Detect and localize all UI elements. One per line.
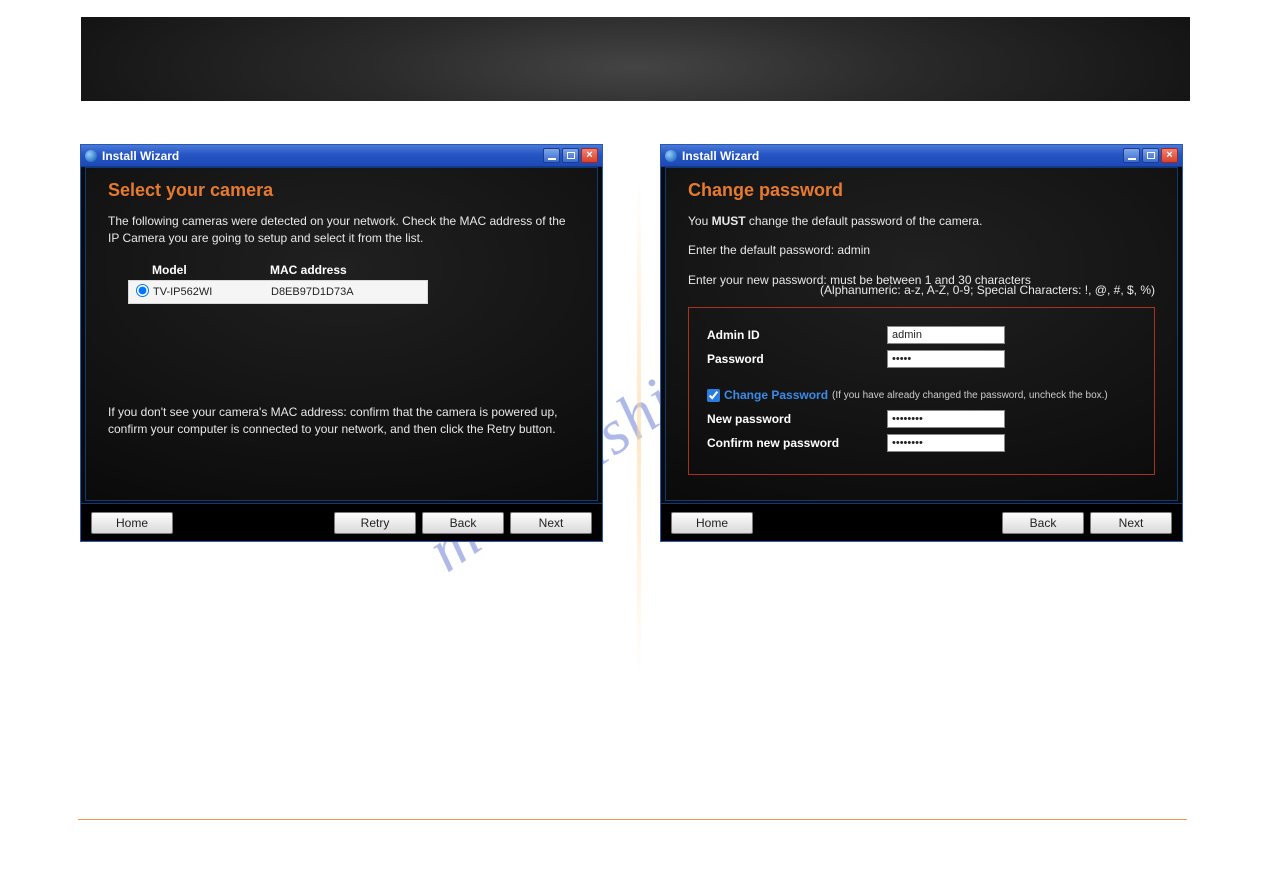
page-divider — [78, 819, 1187, 820]
page-heading: Change password — [688, 180, 1155, 201]
minimize-icon — [548, 158, 556, 160]
retry-button[interactable]: Retry — [334, 512, 416, 534]
maximize-icon — [567, 152, 575, 159]
col-model: Model — [152, 263, 270, 277]
back-button[interactable]: Back — [1002, 512, 1084, 534]
close-button[interactable]: × — [581, 148, 598, 163]
close-icon: × — [1166, 150, 1172, 161]
close-icon: × — [586, 150, 592, 161]
intro-text: The following cameras were detected on y… — [108, 213, 575, 248]
table-header: Model MAC address — [128, 260, 428, 280]
password-form: Admin ID Password Change Password (If yo… — [688, 307, 1155, 475]
admin-id-label: Admin ID — [707, 328, 887, 342]
titlebar[interactable]: Install Wizard × — [661, 145, 1182, 167]
page-header-banner — [81, 17, 1190, 101]
must-change-text: You MUST change the default password of … — [688, 213, 1155, 230]
home-button[interactable]: Home — [91, 512, 173, 534]
window-controls: × — [543, 148, 598, 163]
close-button[interactable]: × — [1161, 148, 1178, 163]
col-mac: MAC address — [270, 263, 426, 277]
camera-table: Model MAC address TV-IP562WI D8EB97D1D73… — [128, 260, 428, 304]
password-input[interactable] — [887, 350, 1005, 368]
wizard-change-password: Install Wizard × Change password You MUS… — [660, 144, 1183, 542]
wizard-body: Select your camera The following cameras… — [85, 167, 598, 501]
wizard-select-camera: Install Wizard × Select your camera The … — [80, 144, 603, 542]
admin-id-input[interactable] — [887, 326, 1005, 344]
window-title: Install Wizard — [682, 149, 1123, 163]
home-button[interactable]: Home — [671, 512, 753, 534]
minimize-button[interactable] — [1123, 148, 1140, 163]
window-title: Install Wizard — [102, 149, 543, 163]
camera-select-radio[interactable] — [136, 284, 149, 297]
change-password-checkbox[interactable] — [707, 389, 720, 402]
new-password-label: New password — [707, 412, 887, 426]
next-button[interactable]: Next — [1090, 512, 1172, 534]
next-button[interactable]: Next — [510, 512, 592, 534]
new-password-input[interactable] — [887, 410, 1005, 428]
page-heading: Select your camera — [108, 180, 575, 201]
password-label: Password — [707, 352, 887, 366]
change-password-label: Change Password — [724, 388, 828, 402]
confirm-password-label: Confirm new password — [707, 436, 887, 450]
maximize-button[interactable] — [562, 148, 579, 163]
app-icon — [85, 150, 97, 162]
wizard-body: Change password You MUST change the defa… — [665, 167, 1178, 501]
confirm-password-input[interactable] — [887, 434, 1005, 452]
table-row[interactable]: TV-IP562WI D8EB97D1D73A — [128, 280, 428, 304]
help-note: If you don't see your camera's MAC addre… — [108, 404, 575, 439]
change-password-note: (If you have already changed the passwor… — [832, 390, 1108, 401]
minimize-icon — [1128, 158, 1136, 160]
cell-mac: D8EB97D1D73A — [271, 286, 425, 298]
titlebar[interactable]: Install Wizard × — [81, 145, 602, 167]
window-controls: × — [1123, 148, 1178, 163]
maximize-button[interactable] — [1142, 148, 1159, 163]
wizard-footer: Home Retry Back Next — [81, 503, 602, 541]
back-button[interactable]: Back — [422, 512, 504, 534]
cell-model: TV-IP562WI — [153, 286, 271, 298]
wizard-footer: Home Back Next — [661, 503, 1182, 541]
app-icon — [665, 150, 677, 162]
default-password-text: Enter the default password: admin — [688, 242, 1155, 259]
maximize-icon — [1147, 152, 1155, 159]
minimize-button[interactable] — [543, 148, 560, 163]
